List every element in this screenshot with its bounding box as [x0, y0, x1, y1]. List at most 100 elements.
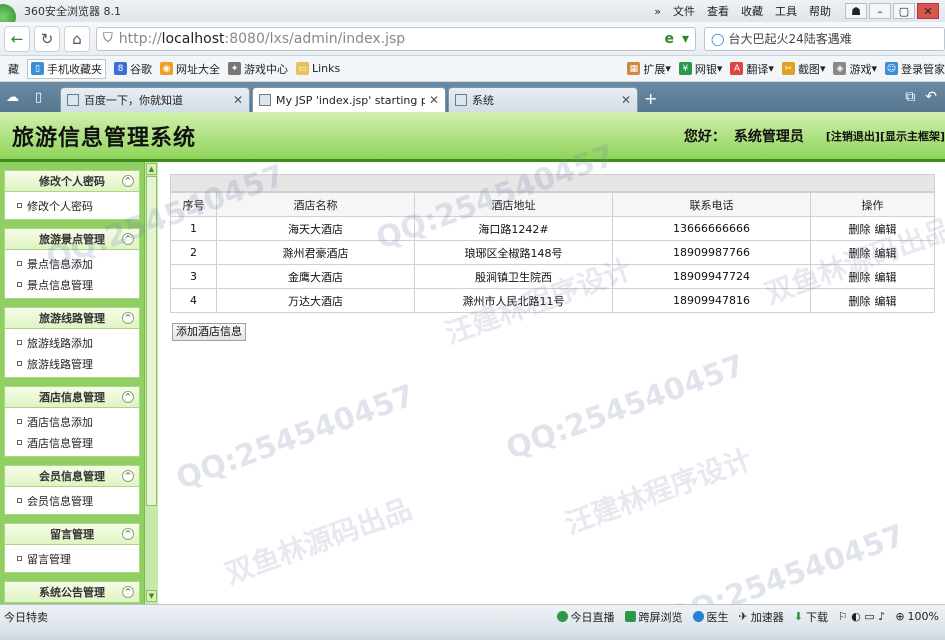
back-button[interactable]: ← — [4, 25, 30, 52]
menu-group-scenic: 旅游景点管理 ^ 景点信息添加 景点信息管理 — [4, 228, 140, 299]
refresh-button[interactable]: ↻ — [34, 25, 60, 52]
login-manager-button[interactable]: ☺ 登录管家 — [885, 61, 945, 77]
home-icon: ⌂ — [72, 29, 82, 48]
collapse-icon[interactable]: ^ — [122, 233, 134, 245]
search-input[interactable]: ◯ 台大巴起火24陆客遇难 — [704, 26, 945, 51]
menu-item-message-manage[interactable]: 留言管理 — [5, 548, 139, 569]
fav-item-links[interactable]: ▭ Links — [296, 62, 340, 75]
close-icon[interactable]: ✕ — [917, 3, 939, 19]
menu-group-header[interactable]: 留言管理 ^ — [4, 523, 140, 545]
cell-hotel-address: 滁州市人民北路11号 — [414, 288, 613, 313]
show-frame-link[interactable]: [显示主框架] — [880, 130, 945, 143]
status-live[interactable]: 今日直播 — [556, 609, 615, 625]
phone-icon: ▯ — [31, 62, 44, 75]
collapse-icon[interactable]: ^ — [122, 175, 134, 187]
menu-item-hotel-manage[interactable]: 酒店信息管理 — [5, 432, 139, 453]
url-input[interactable]: ⛉ http://localhost:8080/lxs/admin/index.… — [96, 26, 696, 51]
table-row: 1 海天大酒店 海口路1242# 13666666666 删除 编辑 — [170, 216, 935, 241]
tab-system[interactable]: 系统 ✕ — [448, 87, 638, 112]
phone-sync-icon[interactable]: ▯ — [35, 90, 42, 105]
menu-group-header[interactable]: 旅游景点管理 ^ — [4, 228, 140, 250]
menu-group-header[interactable]: 旅游线路管理 ^ — [4, 307, 140, 329]
menu-file[interactable]: 文件 — [673, 3, 695, 19]
menu-item-scenic-add[interactable]: 景点信息添加 — [5, 253, 139, 274]
compat-mode-icon[interactable]: e — [664, 31, 674, 47]
games-button[interactable]: ◈ 游戏 ▾ — [833, 61, 877, 77]
collapse-icon[interactable]: ^ — [122, 586, 134, 598]
tab-label: My JSP 'index.jsp' starting p — [276, 93, 425, 107]
menu-item-member-manage[interactable]: 会员信息管理 — [5, 490, 139, 511]
edit-link[interactable]: 编辑 — [873, 271, 899, 284]
menu-item-route-add[interactable]: 旅游线路添加 — [5, 332, 139, 353]
tab-close-icon[interactable]: ✕ — [429, 93, 439, 107]
scroll-thumb[interactable] — [146, 176, 157, 506]
menu-favorites[interactable]: 收藏 — [741, 3, 763, 19]
cell-phone: 13666666666 — [612, 216, 811, 241]
menu-group-header[interactable]: 系统公告管理 ^ — [4, 581, 140, 603]
play-icon — [556, 611, 568, 622]
home-button[interactable]: ⌂ — [64, 25, 90, 52]
scroll-up-icon[interactable]: ▲ — [146, 163, 157, 175]
extension-button[interactable]: ▦ 扩展 ▾ — [627, 61, 671, 77]
menu-view[interactable]: 查看 — [707, 3, 729, 19]
delete-link[interactable]: 删除 — [847, 247, 873, 260]
translate-button[interactable]: A 翻译 ▾ — [730, 61, 774, 77]
menu-item-hotel-add[interactable]: 酒店信息添加 — [5, 411, 139, 432]
status-cross-screen[interactable]: 跨屏浏览 — [624, 609, 683, 625]
cell-phone: 18909947816 — [612, 288, 811, 313]
fav-item-sites[interactable]: ◉ 网址大全 — [160, 61, 220, 77]
tab-index-jsp[interactable]: My JSP 'index.jsp' starting p ✕ — [252, 87, 446, 112]
menu-expand-icon[interactable]: » — [654, 5, 661, 18]
scroll-down-icon[interactable]: ▼ — [146, 590, 157, 602]
delete-link[interactable]: 删除 — [847, 295, 873, 308]
status-doctor[interactable]: 医生 — [692, 609, 729, 625]
delete-link[interactable]: 删除 — [847, 271, 873, 284]
edit-link[interactable]: 编辑 — [873, 295, 899, 308]
sidebar-scrollbar[interactable]: ▲ ▼ — [144, 162, 158, 604]
maximize-icon[interactable]: ▢ — [893, 3, 915, 19]
fav-item-google[interactable]: 8 谷歌 — [114, 61, 152, 77]
edit-link[interactable]: 编辑 — [873, 223, 899, 236]
status-deals[interactable]: 今日特卖 — [0, 609, 48, 625]
screenshot-button[interactable]: ✂ 截图 ▾ — [781, 61, 825, 77]
download-icon: ⬇ — [793, 610, 803, 623]
menu-group-header[interactable]: 会员信息管理 ^ — [4, 465, 140, 487]
fav-item-collect[interactable]: 藏 — [8, 61, 19, 77]
new-tab-icon[interactable]: + — [644, 89, 657, 108]
cell-actions: 删除 编辑 — [810, 288, 935, 313]
menu-help[interactable]: 帮助 — [809, 3, 831, 19]
menu-item-route-manage[interactable]: 旅游线路管理 — [5, 353, 139, 374]
chevron-down-icon[interactable]: ▾ — [682, 31, 689, 47]
collapse-icon[interactable]: ^ — [122, 312, 134, 324]
fav-item-games[interactable]: ✦ 游戏中心 — [228, 61, 288, 77]
menu-item-change-password[interactable]: 修改个人密码 — [5, 195, 139, 216]
add-hotel-button[interactable]: 添加酒店信息 — [172, 323, 246, 341]
minimize-icon[interactable]: – — [869, 3, 891, 19]
delete-link[interactable]: 删除 — [847, 223, 873, 236]
skin-icon[interactable]: ☗ — [845, 3, 867, 19]
tab-baidu[interactable]: 百度一下，你就知道 ✕ — [60, 87, 250, 112]
restore-tabs-icon[interactable]: ⧉ — [905, 89, 915, 105]
cell-phone: 18909987766 — [612, 240, 811, 265]
user-greeting: 您好： 系统管理员 [注销退出][显示主框架] — [684, 126, 945, 146]
status-download[interactable]: ⬇ 下载 — [794, 609, 828, 625]
status-accelerator[interactable]: ✈ 加速器 — [739, 609, 784, 625]
collapse-icon[interactable]: ^ — [122, 391, 134, 403]
menu-group-header[interactable]: 修改个人密码 ^ — [4, 170, 140, 192]
ebank-button[interactable]: ¥ 网银 ▾ — [678, 61, 722, 77]
collapse-icon[interactable]: ^ — [122, 528, 134, 540]
collapse-icon[interactable]: ^ — [122, 470, 134, 482]
cell-hotel-name: 海天大酒店 — [216, 216, 415, 241]
zoom-control[interactable]: ⊕ 100% — [895, 610, 939, 623]
cell-hotel-name: 滁州君豪酒店 — [216, 240, 415, 265]
fav-item-mobile[interactable]: ▯ 手机收藏夹 — [27, 58, 106, 79]
undo-icon[interactable]: ↶ — [925, 89, 937, 105]
logout-link[interactable]: [注销退出] — [826, 130, 880, 143]
tab-close-icon[interactable]: ✕ — [233, 93, 243, 107]
cloud-icon[interactable]: ☁ — [6, 90, 19, 105]
tab-close-icon[interactable]: ✕ — [621, 93, 631, 107]
menu-tools[interactable]: 工具 — [775, 3, 797, 19]
edit-link[interactable]: 编辑 — [873, 247, 899, 260]
menu-group-header[interactable]: 酒店信息管理 ^ — [4, 386, 140, 408]
menu-item-scenic-manage[interactable]: 景点信息管理 — [5, 274, 139, 295]
